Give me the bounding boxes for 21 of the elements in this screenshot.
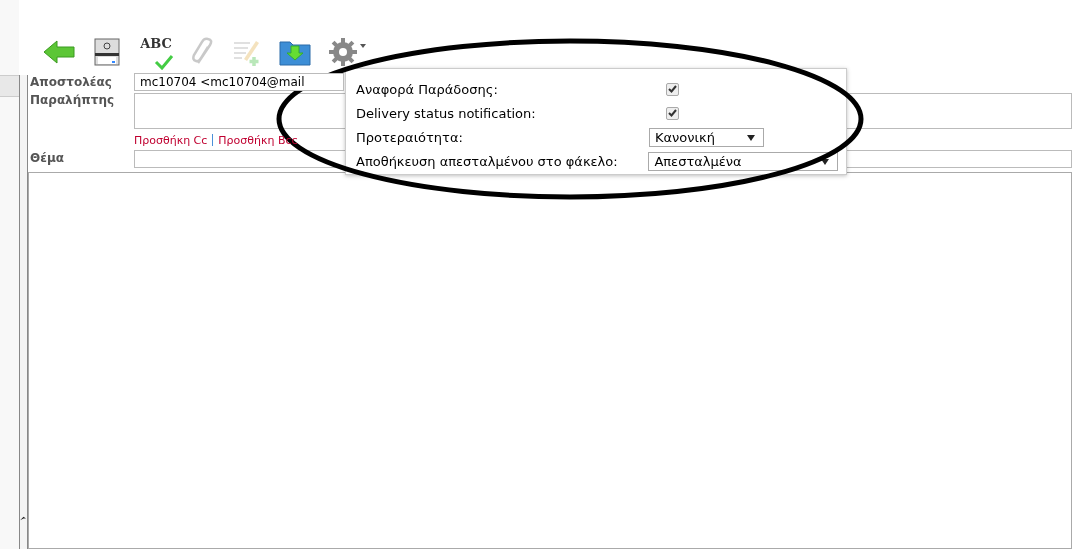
sender-label: Αποστολέας <box>29 74 113 91</box>
add-recipient-link[interactable]: Προσθήκη Cc <box>134 133 208 147</box>
option-label: Delivery status notification: <box>356 105 537 121</box>
sidebar-header <box>0 75 19 97</box>
settings-button[interactable] <box>328 37 368 67</box>
recipient-label: Παραλήπτης <box>29 92 116 109</box>
checkmark-icon <box>154 54 174 70</box>
option-label: Αποθήκευση απεσταλμένου στο φάκελο: <box>356 153 619 169</box>
back-button[interactable] <box>42 39 76 65</box>
option-label: Προτεραιότητα: <box>356 129 464 145</box>
dropdown[interactable]: Απεσταλμένα <box>648 151 838 171</box>
sender-field[interactable]: mc10704 <mc10704@mail <box>134 73 344 91</box>
checkbox[interactable] <box>666 82 679 96</box>
print-button[interactable] <box>92 37 122 67</box>
option-label: Αναφορά Παράδοσης: <box>356 81 499 97</box>
spellcheck-button[interactable]: ABC <box>138 36 174 68</box>
subject-label: Θέμα <box>29 150 65 167</box>
save-button[interactable] <box>278 38 312 66</box>
resize-icon[interactable] <box>20 516 27 521</box>
dropdown[interactable]: Κανονική <box>649 127 764 147</box>
checkbox[interactable] <box>666 106 679 120</box>
